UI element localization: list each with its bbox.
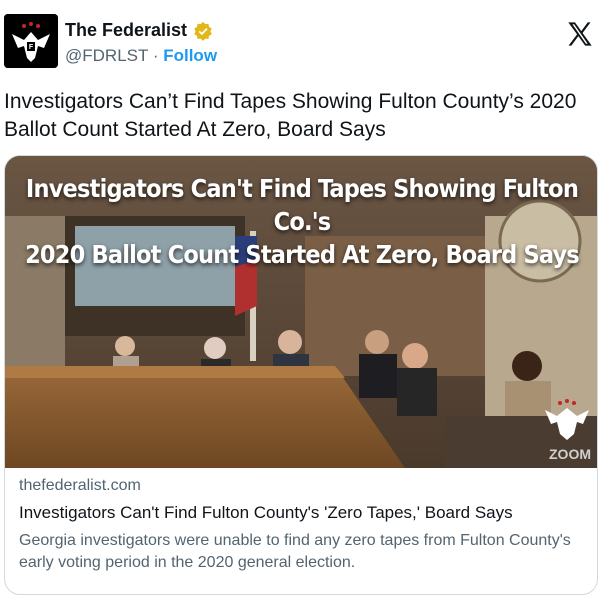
- tweet-header: F The Federalist @FDRLST · Follow: [0, 0, 600, 80]
- tweet-text: Investigators Can’t Find Tapes Showing F…: [4, 90, 577, 141]
- card-meta[interactable]: thefederalist.com Investigators Can't Fi…: [19, 476, 587, 574]
- account-handle[interactable]: @FDRLST: [65, 46, 148, 65]
- svg-text:F: F: [29, 44, 34, 51]
- verified-badge-icon: [194, 21, 212, 41]
- card-title[interactable]: Investigators Can't Find Fulton County's…: [19, 502, 587, 524]
- image-headline-line-1: Investigators Can't Find Tapes Showing F…: [25, 174, 579, 236]
- x-logo-icon[interactable]: [566, 20, 594, 48]
- image-headline-line-2: 2020 Ballot Count Started At Zero, Board…: [25, 240, 580, 269]
- card-domain: thefederalist.com: [19, 477, 141, 494]
- link-preview-card[interactable]: Investigators Can't Find Tapes Showing F…: [4, 155, 598, 595]
- separator-dot: ·: [152, 46, 159, 65]
- zoom-watermark: ZOOM: [549, 446, 591, 462]
- card-description: Georgia investigators were unable to fin…: [19, 532, 571, 571]
- eagle-logo-icon: F: [4, 14, 58, 68]
- follow-button[interactable]: Follow: [163, 46, 217, 65]
- avatar[interactable]: F: [4, 14, 58, 68]
- card-image-headline: Investigators Can't Find Tapes Showing F…: [15, 172, 589, 271]
- card-image[interactable]: Investigators Can't Find Tapes Showing F…: [5, 156, 597, 468]
- account-name[interactable]: The Federalist: [65, 20, 187, 41]
